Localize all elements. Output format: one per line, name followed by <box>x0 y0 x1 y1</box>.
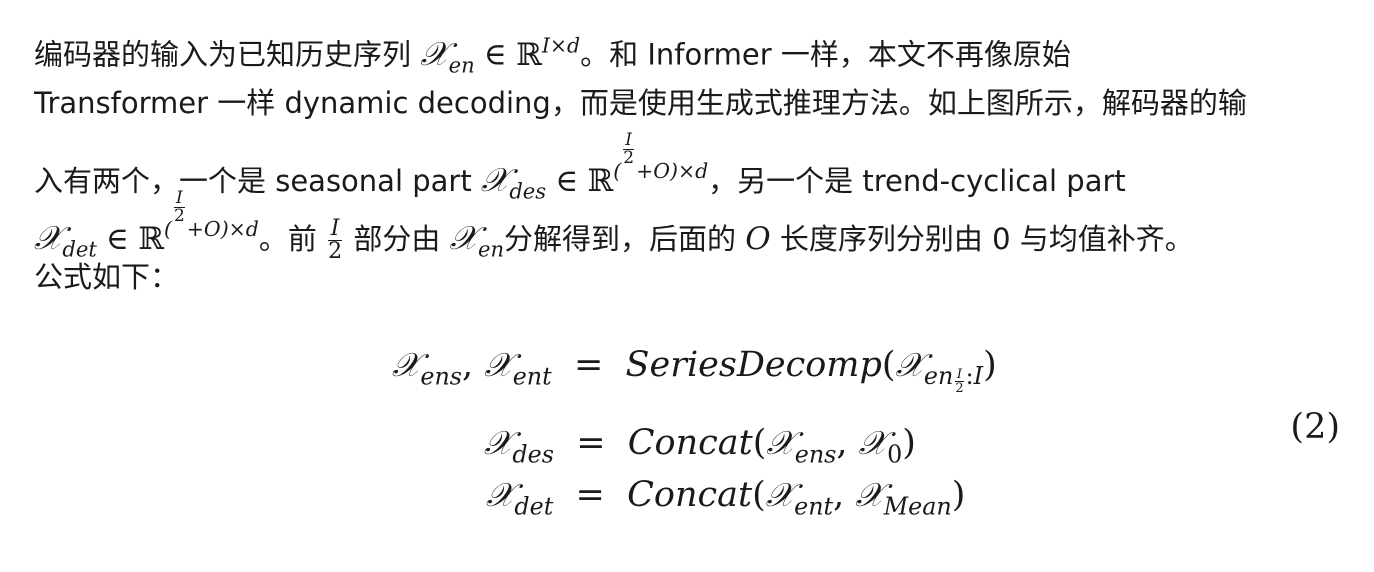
equation-number: (2) <box>1290 407 1340 447</box>
text-segment: 公式如下： <box>34 260 180 294</box>
text-segment: Transformer 一样 dynamic decoding，而是使用生成式推… <box>34 86 1247 120</box>
equation-row-1: 𝒳ens, 𝒳ent = SeriesDecomp(𝒳en I 2:I) <box>392 345 997 397</box>
math-in-symbol: ∈ <box>483 36 507 73</box>
math-symbol-o: O <box>745 220 771 257</box>
text-segment: 长度序列分别由 0 与均值补齐。 <box>779 221 1194 256</box>
text-line-2: Transformer 一样 dynamic decoding，而是使用生成式推… <box>34 74 1354 132</box>
equation-row-3: 𝒳det = Concat(𝒳ent, 𝒳Mean) <box>486 475 966 521</box>
text-segment: 编码器的输入为已知历史序列 <box>34 37 412 72</box>
text-segment: 部分由 <box>353 221 441 256</box>
math-fraction-i-over-2: I2 <box>328 216 343 265</box>
text-line-1: 编码器的输入为已知历史序列 𝒳en ∈ ℝI×d。和 Informer 一样，本… <box>34 16 1354 78</box>
text-segment: 。前 <box>258 221 317 256</box>
equation-row-2: 𝒳des = Concat(𝒳ens, 𝒳0) <box>484 423 916 469</box>
text-line-3: 入有两个，一个是 seasonal part 𝒳des ∈ ℝ(I 2 +O)×d，… <box>34 132 1354 204</box>
math-inline-x-en: 𝒳en <box>420 33 475 78</box>
body-paragraph: 编码器的输入为已知历史序列 𝒳en ∈ ℝI×d。和 Informer 一样，本… <box>34 16 1354 306</box>
text-segment: 。和 Informer 一样，本文不再像原始 <box>580 37 1071 72</box>
math-inline-x-en: 𝒳en <box>449 217 505 262</box>
text-line-4: 𝒳det ∈ ℝ(I 2 +O)×d。前 I2 部分由 𝒳en分解得到，后面的 O … <box>34 190 1354 263</box>
math-reals: ℝI×d <box>516 33 581 73</box>
equation-block: 𝒳ens, 𝒳ent = SeriesDecomp(𝒳en I 2:I) 𝒳des … <box>0 335 1374 525</box>
text-segment: 分解得到，后面的 <box>504 221 737 256</box>
